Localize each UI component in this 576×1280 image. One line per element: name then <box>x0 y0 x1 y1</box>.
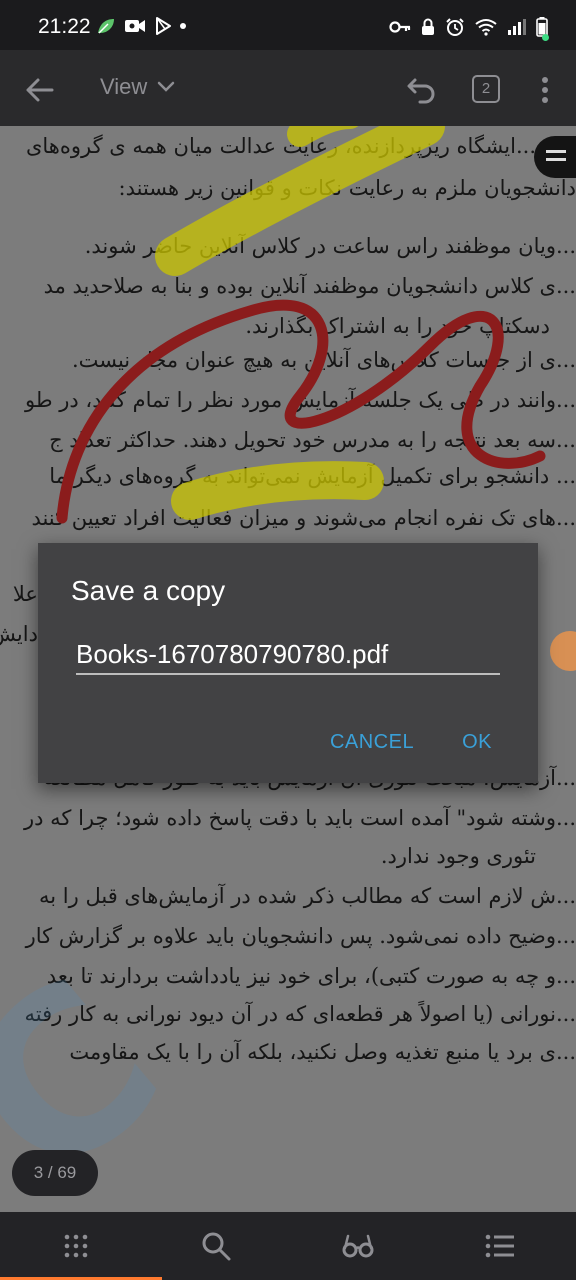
ok-button[interactable]: OK <box>462 731 492 754</box>
app-toolbar: View 2 <box>0 50 576 126</box>
leaf-icon <box>98 19 114 34</box>
more-vertical-icon <box>542 77 548 103</box>
page-indicator: 3 / 69 <box>12 1150 98 1196</box>
grid-icon <box>64 1234 88 1258</box>
reading-mode-button[interactable] <box>342 1230 374 1262</box>
dialog-title: Save a copy <box>71 575 226 606</box>
status-time: 21:22 <box>38 15 91 38</box>
view-mode-dropdown[interactable]: View <box>100 74 175 100</box>
status-bar: 21:22 <box>0 0 576 50</box>
play-store-icon <box>156 17 171 35</box>
search-icon <box>202 1232 231 1261</box>
lock-icon <box>422 18 434 35</box>
chevron-down-icon <box>158 81 175 92</box>
orange-decoration <box>550 631 576 671</box>
status-system-icons <box>389 17 548 37</box>
reading-glasses-icon <box>342 1234 374 1258</box>
highlight-stroke <box>171 461 384 520</box>
filename-input[interactable] <box>76 635 500 675</box>
save-copy-dialog: Save a copy CANCEL OK <box>38 543 538 783</box>
dialog-actions: CANCEL OK <box>330 731 492 754</box>
signal-icon <box>508 19 526 35</box>
view-mode-label: View <box>100 74 148 99</box>
outline-button[interactable] <box>484 1230 516 1262</box>
thumbnails-button[interactable] <box>60 1230 92 1262</box>
bottom-navigation <box>0 1212 576 1280</box>
tabs-count-button[interactable]: 2 <box>472 75 500 103</box>
vpn-key-icon <box>389 21 411 33</box>
notification-dot <box>180 23 186 29</box>
video-camera-icon <box>125 20 145 32</box>
cancel-button[interactable]: CANCEL <box>330 731 414 754</box>
more-options-button[interactable] <box>532 72 558 108</box>
side-menu-handle[interactable] <box>534 136 576 178</box>
search-button[interactable] <box>200 1230 232 1262</box>
alarm-icon <box>446 18 464 36</box>
arrow-left-icon <box>26 78 54 102</box>
privacy-indicator-dot <box>542 34 549 41</box>
wifi-icon <box>475 19 497 36</box>
status-notification-icons <box>96 17 186 35</box>
list-icon <box>485 1234 514 1258</box>
undo-button[interactable] <box>400 72 440 112</box>
undo-icon <box>407 78 435 104</box>
highlight-stroke <box>287 126 359 147</box>
back-button[interactable] <box>20 70 60 110</box>
